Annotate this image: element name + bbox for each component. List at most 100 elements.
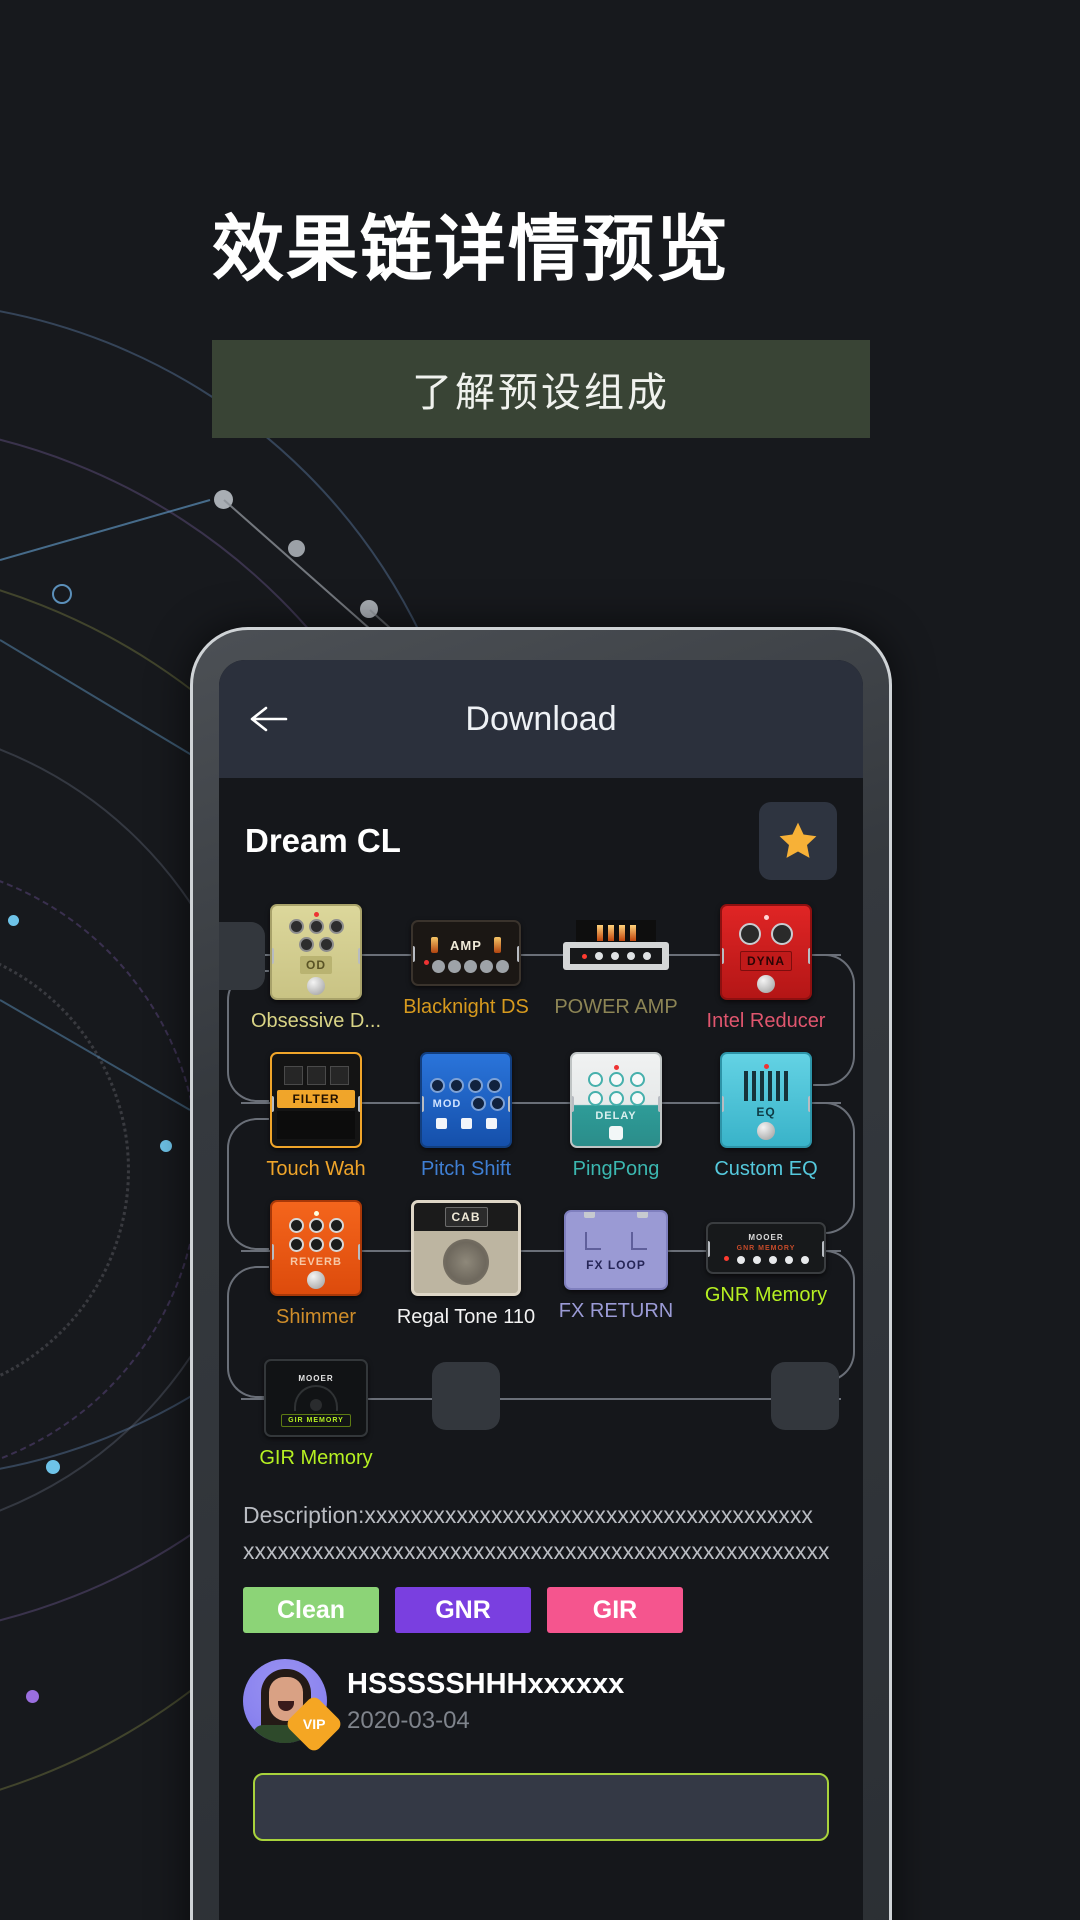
jack-right-icon	[358, 1244, 360, 1260]
phone-mockup: Download Dream CL OD Obsessive D... AMP …	[190, 627, 892, 1920]
node-dot-3	[360, 600, 378, 618]
pedal-slot[interactable]: DELAY PingPong	[541, 1052, 691, 1181]
pedal-screen-text: FX LOOP	[586, 1258, 646, 1272]
jack-right-icon	[358, 948, 360, 964]
pedal-art: FX LOOP	[564, 1210, 668, 1290]
pedal-label: Custom EQ	[714, 1158, 818, 1180]
favorite-button[interactable]	[759, 802, 837, 880]
jack-left-icon	[708, 1241, 710, 1257]
pedal-label: Blacknight DS	[403, 996, 529, 1018]
chain-row: OD Obsessive D... AMP Blacknight DS POWE…	[219, 904, 855, 1086]
node-dot-1	[214, 490, 233, 509]
pedal-screen-text: DYNA	[739, 951, 792, 971]
pedal-screen-text: CAB	[444, 1207, 488, 1227]
chain-row: MOOER GIR MEMORY GIR Memory	[227, 1266, 841, 1480]
empty-slot[interactable]	[432, 1362, 500, 1430]
author-date: 2020-03-04	[347, 1706, 470, 1734]
pedal-slot[interactable]: MOOER GIR MEMORY GIR Memory	[241, 1348, 391, 1470]
pedal-art: EQ	[720, 1052, 812, 1148]
cta-wrap	[219, 1743, 863, 1842]
tag-gir[interactable]: GIR	[547, 1587, 683, 1634]
pedal-art: FILTER	[270, 1052, 362, 1148]
node-dot-9	[26, 1690, 39, 1703]
chain-row: FILTER Touch Wah MOD Pitch Shift DELAY P…	[227, 970, 855, 1234]
back-arrow-icon	[250, 706, 288, 732]
pedal-label: Regal Tone 110	[396, 1306, 536, 1328]
page-title: 效果链详情预览	[212, 210, 731, 290]
download-button[interactable]	[253, 1773, 829, 1842]
avatar[interactable]: VIP	[243, 1659, 344, 1754]
pedal-screen-text: REVERB	[290, 1255, 342, 1268]
pedal-art: OD	[270, 904, 362, 1000]
pedal-slot[interactable]: FX LOOP FX RETURN	[541, 1200, 691, 1323]
pedal-art: MOOER GIR MEMORY	[264, 1359, 368, 1437]
pedal-label: POWER AMP	[554, 996, 678, 1018]
jack-left-icon	[413, 946, 415, 962]
pedal-art: REVERB	[270, 1200, 362, 1296]
pedal-slot-empty[interactable]	[691, 1348, 841, 1430]
jack-right-icon	[808, 948, 810, 964]
tag-clean[interactable]: Clean	[243, 1587, 379, 1634]
pedal-slot-empty[interactable]	[391, 1348, 541, 1430]
author-name: HSSSSSHHHxxxxxx	[347, 1667, 625, 1700]
pedal-label: FX RETURN	[558, 1300, 674, 1322]
pedal-slot[interactable]: MOD Pitch Shift	[391, 1052, 541, 1181]
pedal-screen-text: EQ	[756, 1104, 776, 1119]
pedal-screen-text: GIR MEMORY	[281, 1413, 351, 1427]
pedal-screen-text: MOD	[432, 1097, 462, 1110]
pedal-slot[interactable]: FILTER Touch Wah	[241, 1052, 391, 1181]
pedal-slot[interactable]: DYNA Intel Reducer	[691, 904, 841, 1033]
description-line-2: xxxxxxxxxxxxxxxxxxxxxxxxxxxxxxxxxxxxxxxx…	[243, 1537, 830, 1564]
pedal-slot[interactable]: POWER AMP	[541, 904, 691, 1019]
pedal-art: DYNA	[720, 904, 812, 1000]
pedal-slot[interactable]: REVERB Shimmer	[241, 1200, 391, 1329]
pedal-slot[interactable]: MOOER GNR MEMORY GNR Memory	[691, 1200, 841, 1307]
pedal-screen-text: OD	[300, 956, 332, 974]
pedal-art: CAB	[411, 1200, 521, 1296]
jack-left-icon	[422, 1096, 424, 1112]
jack-left-icon	[722, 1096, 724, 1112]
jack-right-icon	[517, 946, 519, 962]
node-dot-7	[160, 1140, 172, 1152]
jack-left-icon	[572, 1096, 574, 1112]
jack-right-icon	[808, 1096, 810, 1112]
pedal-art: DELAY	[570, 1052, 662, 1148]
node-dot-2	[288, 540, 305, 557]
pedal-label: Obsessive D...	[250, 1010, 382, 1032]
pedal-screen-text: DELAY	[595, 1109, 637, 1122]
tag-row: Clean GNR GIR	[219, 1569, 863, 1634]
pedal-label: GNR Memory	[704, 1284, 828, 1306]
screenshot-root: 效果链详情预览 了解预设组成 Download Dream CL OD Obse…	[0, 0, 1080, 1920]
pedal-slot[interactable]: CAB Regal Tone 110	[391, 1200, 541, 1329]
jack-right-icon	[508, 1096, 510, 1112]
subtitle-banner: 了解预设组成	[212, 340, 870, 438]
pedal-screen-text: FILTER	[277, 1089, 355, 1108]
pedal-art: MOD	[420, 1052, 512, 1148]
jack-left-icon	[272, 1096, 274, 1112]
pedal-slot[interactable]: AMP Blacknight DS	[391, 904, 541, 1019]
pedal-screen-text: AMP	[450, 937, 482, 953]
jack-left-icon	[272, 948, 274, 964]
pedal-label: GIR Memory	[259, 1447, 373, 1469]
phone-screen: Download Dream CL OD Obsessive D... AMP …	[219, 660, 863, 1920]
chain-row: REVERB Shimmer CAB Regal Tone 110 FX LOO…	[227, 1118, 855, 1382]
app-header: Download	[219, 660, 863, 778]
app-title: Download	[465, 699, 617, 738]
preset-name: Dream CL	[245, 822, 401, 859]
tag-gnr[interactable]: GNR	[395, 1587, 531, 1634]
author-row[interactable]: VIP HSSSSSHHHxxxxxx 2020-03-04	[219, 1633, 863, 1754]
pedal-art: MOOER GNR MEMORY	[706, 1222, 826, 1274]
pedal-slot[interactable]: EQ Custom EQ	[691, 1052, 841, 1181]
pedal-label: Pitch Shift	[420, 1158, 512, 1180]
jack-left-icon	[272, 1244, 274, 1260]
orbit-ring-dashed	[0, 860, 200, 1480]
jack-right-icon	[822, 1241, 824, 1257]
subtitle-text: 了解预设组成	[412, 371, 670, 415]
back-button[interactable]	[245, 696, 291, 742]
description-block: Description:xxxxxxxxxxxxxxxxxxxxxxxxxxxx…	[219, 1480, 863, 1569]
empty-slot[interactable]	[771, 1362, 839, 1430]
jack-right-icon	[658, 1096, 660, 1112]
pedal-label: PingPong	[572, 1158, 660, 1180]
vip-badge-label: VIP	[302, 1716, 326, 1733]
pedal-slot[interactable]: OD Obsessive D...	[241, 904, 391, 1033]
